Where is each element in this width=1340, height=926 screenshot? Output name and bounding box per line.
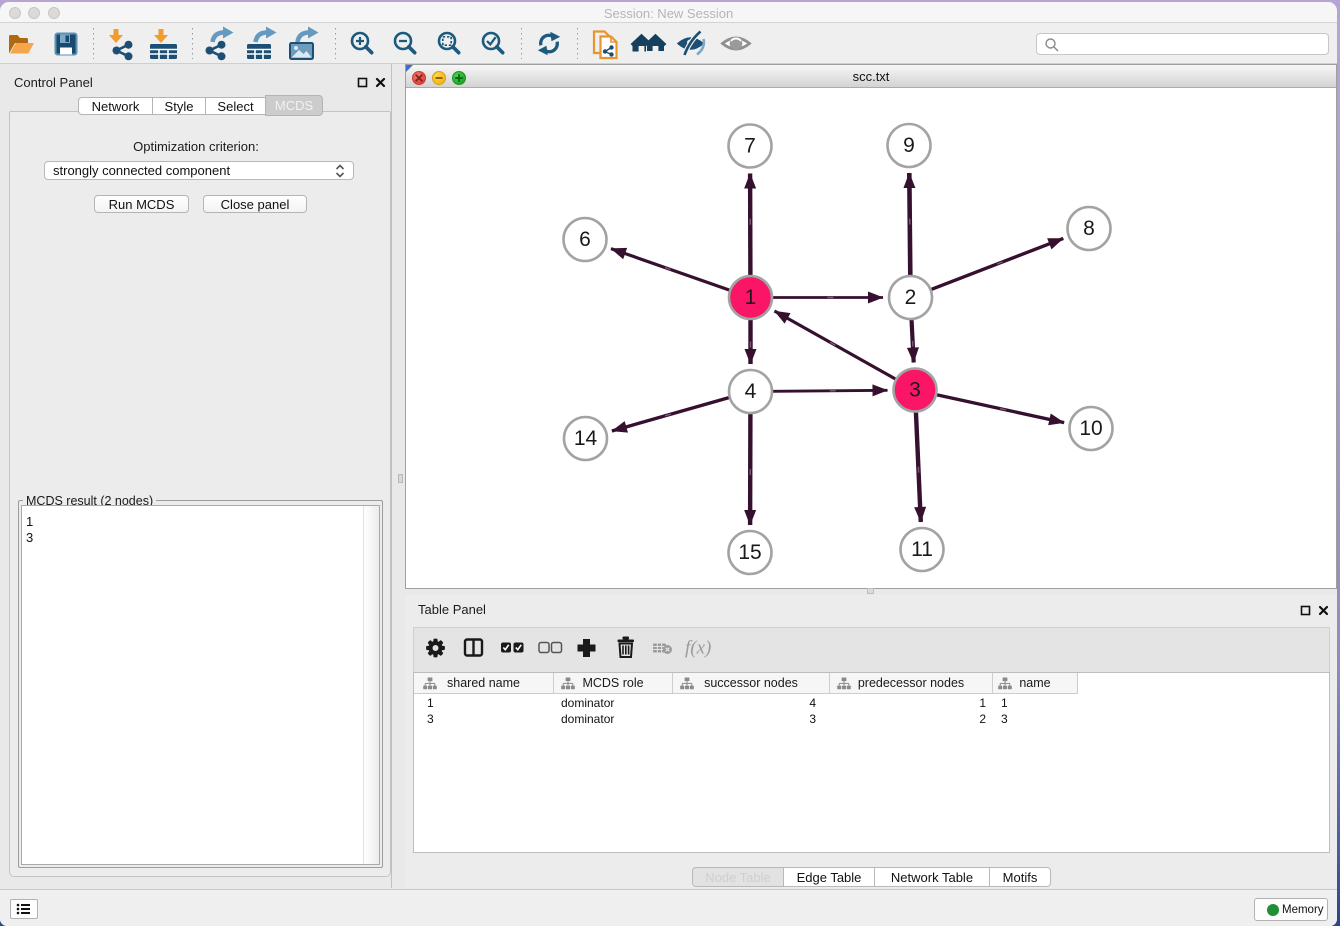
svg-text:1: 1: [745, 286, 757, 309]
svg-text:8: 8: [1083, 217, 1095, 240]
svg-text:2: 2: [905, 286, 917, 309]
svg-text:f(x): f(x): [685, 638, 711, 659]
svg-text:14: 14: [574, 427, 598, 450]
svg-text:15: 15: [738, 541, 761, 564]
svg-text:9: 9: [903, 134, 915, 157]
svg-text:6: 6: [579, 228, 591, 251]
svg-text:10: 10: [1079, 417, 1102, 440]
svg-text:7: 7: [744, 135, 756, 158]
svg-text:11: 11: [911, 538, 933, 561]
svg-text:4: 4: [745, 380, 757, 403]
svg-text:3: 3: [909, 379, 921, 402]
